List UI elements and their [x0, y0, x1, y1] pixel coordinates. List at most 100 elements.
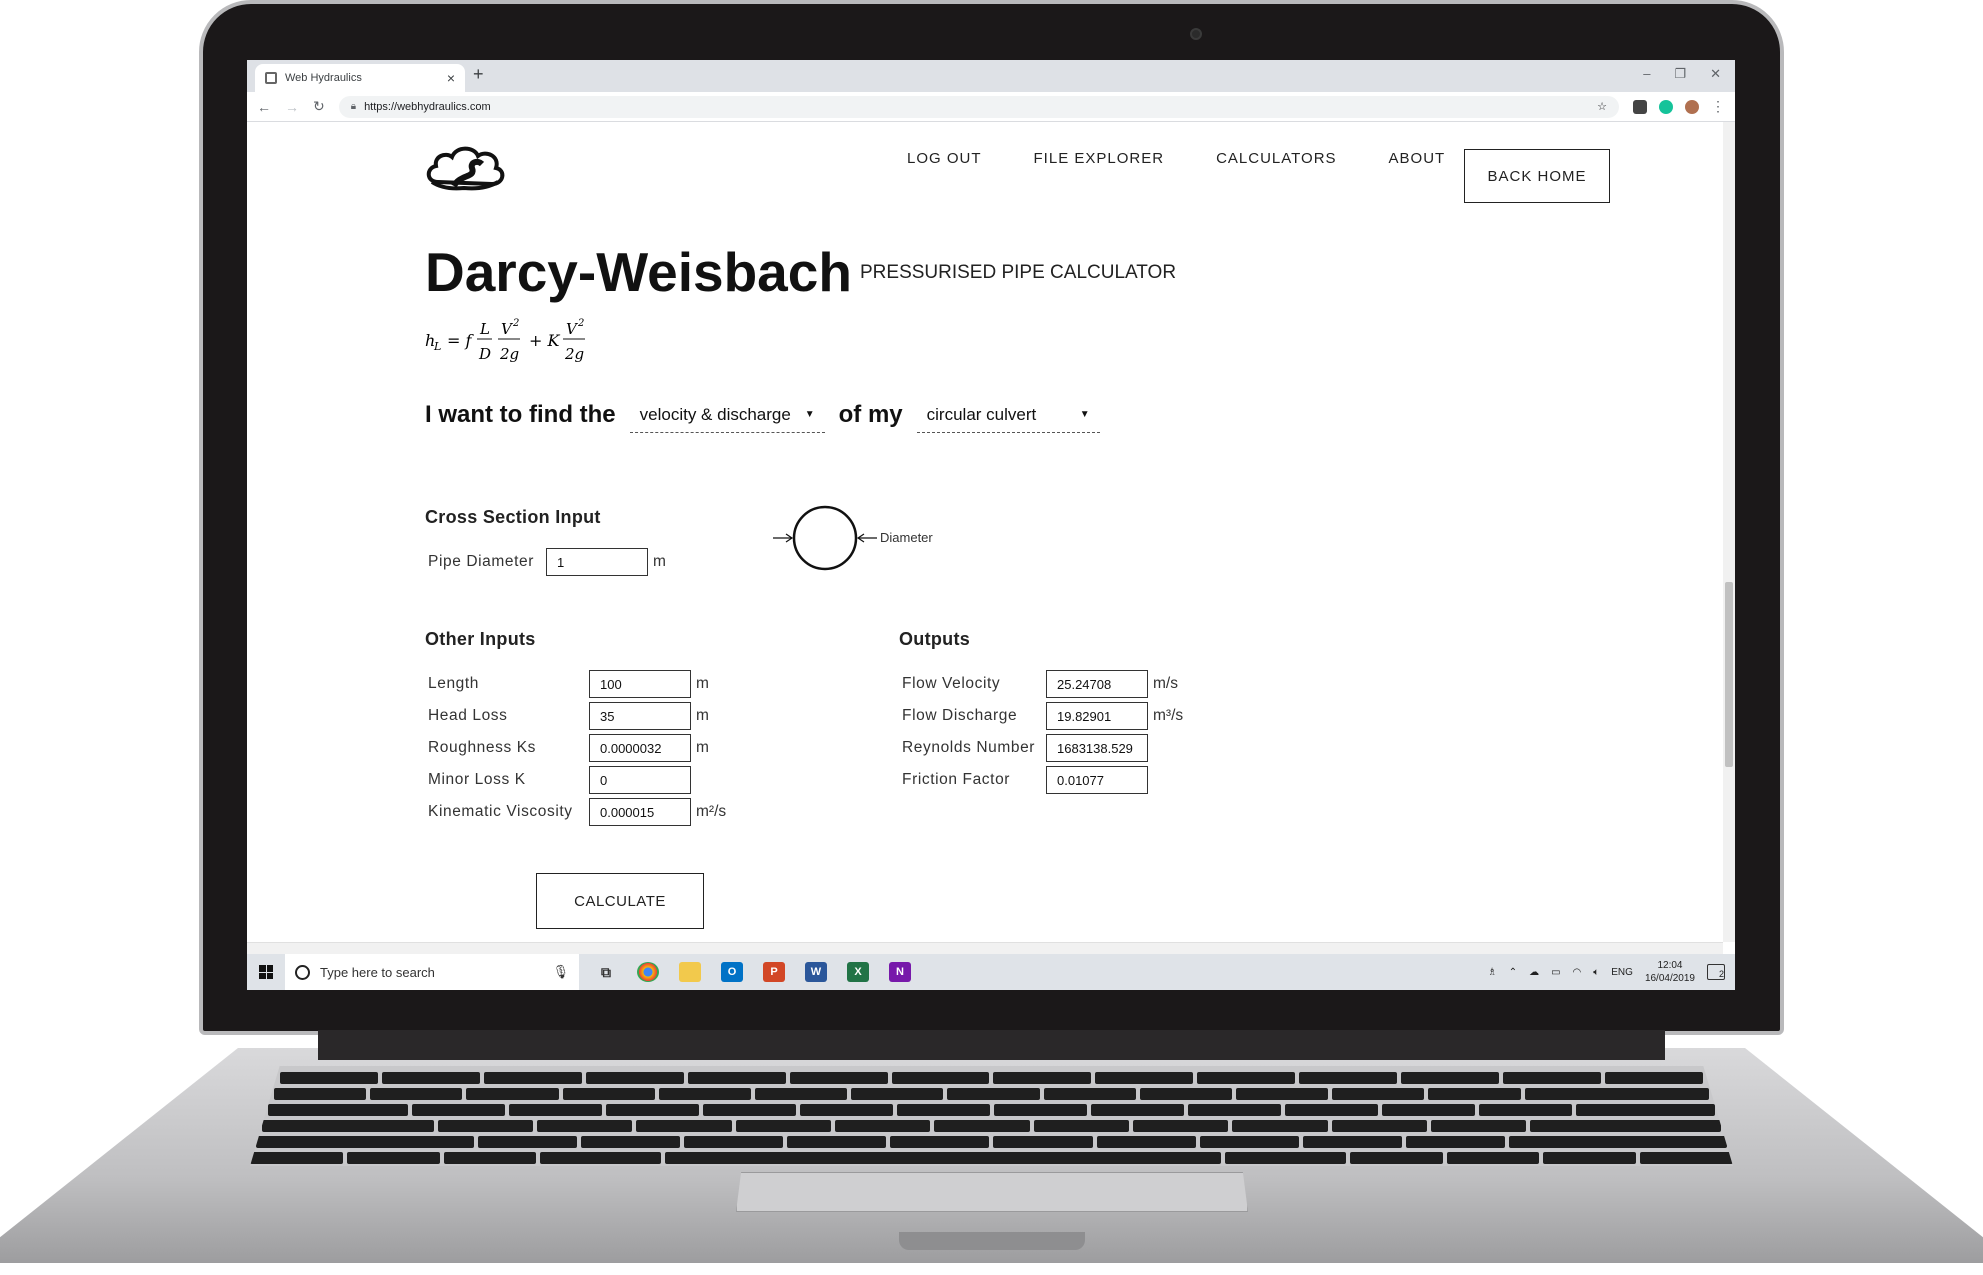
dropdown-caret-icon: ▼	[804, 409, 815, 420]
menu-kebab-icon[interactable]: ⋮	[1711, 98, 1725, 115]
clock[interactable]: 12:04 16/04/2019	[1645, 959, 1695, 985]
taskbar-search[interactable]: Type here to search 🎙︎	[285, 954, 579, 990]
grammarly-icon[interactable]	[1659, 99, 1673, 114]
pipe-cross-section-diagram: Diameter	[773, 505, 933, 571]
clock-time: 12:04	[1657, 960, 1683, 971]
cross-section-heading: Cross Section Input	[425, 507, 601, 527]
diameter-diagram-label: Diameter	[880, 530, 933, 545]
viscosity-label: Kinematic Viscosity	[428, 803, 573, 820]
chrome-icon[interactable]	[637, 962, 659, 982]
volume-icon[interactable]: 🔈︎	[1593, 967, 1599, 978]
people-icon[interactable]: ♗	[1488, 967, 1497, 978]
taskbar-search-placeholder: Type here to search	[320, 964, 435, 980]
outlook-icon[interactable]: O	[721, 962, 743, 982]
onenote-icon[interactable]: N	[889, 962, 911, 982]
cortana-icon	[295, 964, 310, 980]
chevron-up-icon[interactable]: ⌃	[1509, 967, 1517, 978]
forward-arrow-icon[interactable]: →	[285, 99, 299, 115]
laptop-notch	[899, 1232, 1085, 1250]
powerpoint-icon[interactable]: P	[763, 962, 785, 982]
trackpad	[736, 1172, 1248, 1212]
url-text: https://webhydraulics.com	[364, 100, 491, 113]
address-bar[interactable]: 🔒︎ https://webhydraulics.com ☆	[338, 95, 1619, 118]
shape-select[interactable]: circular culvert ▼	[916, 397, 1100, 433]
word-icon[interactable]: W	[805, 962, 827, 982]
file-explorer-icon[interactable]	[679, 962, 701, 982]
cloud-logo-icon[interactable]	[424, 142, 506, 192]
roughness-input[interactable]: 0.0000032	[589, 734, 691, 762]
nav-about[interactable]: ABOUT	[1389, 150, 1446, 167]
flow-velocity-output[interactable]: 25.24708	[1046, 670, 1148, 698]
task-view-icon[interactable]: ⧉	[595, 962, 617, 982]
browser-tab[interactable]: Web Hydraulics ×	[255, 64, 465, 92]
formula-frac1-den: D	[478, 345, 491, 363]
minimize-icon[interactable]: –	[1643, 66, 1650, 82]
extension-icon[interactable]	[1633, 99, 1647, 114]
battery-icon[interactable]: ▭	[1551, 967, 1560, 978]
lock-icon: 🔒︎	[350, 101, 357, 112]
vertical-scrollbar[interactable]	[1723, 122, 1735, 942]
find-prefix: I want to find the	[425, 401, 616, 428]
system-tray: ♗ ⌃ ☁ ▭ ◠ 🔈︎ ENG 12:04 16/04/2019 2	[1488, 954, 1725, 990]
reynolds-number-label: Reynolds Number	[902, 739, 1036, 756]
windows-taskbar: Type here to search 🎙︎ ⧉ O P W X N ♗ ⌃ ☁…	[247, 954, 1735, 990]
microphone-icon[interactable]: 🎙︎	[552, 964, 569, 980]
page-subtitle: PRESSURISED PIPE CALCULATOR	[860, 262, 1177, 283]
back-arrow-icon[interactable]: ←	[257, 99, 271, 115]
find-target-select[interactable]: velocity & discharge ▼	[629, 397, 825, 433]
nav-log-out[interactable]: LOG OUT	[907, 150, 982, 167]
start-button[interactable]	[247, 954, 285, 990]
nav-calculators[interactable]: CALCULATORS	[1216, 150, 1336, 167]
pinned-apps: ⧉ O P W X N	[595, 962, 911, 982]
laptop-mockup: Web Hydraulics × + – ❐ ✕ ← → ↻ 🔒︎ https:…	[0, 0, 1983, 1275]
pipe-diameter-label: Pipe Diameter	[428, 553, 535, 570]
minor-loss-label: Minor Loss K	[428, 771, 526, 788]
keyboard	[250, 1066, 1733, 1166]
reload-icon[interactable]: ↻	[313, 98, 325, 115]
find-target-value: velocity & discharge	[639, 404, 791, 424]
friction-factor-output[interactable]: 0.01077	[1046, 766, 1148, 794]
window-controls: – ❐ ✕	[1643, 66, 1721, 82]
back-home-button[interactable]: BACK HOME	[1464, 149, 1610, 203]
head-loss-input[interactable]: 35	[589, 702, 691, 730]
reynolds-number-output[interactable]: 1683138.529	[1046, 734, 1148, 762]
profile-avatar-icon[interactable]	[1685, 99, 1699, 114]
tab-title: Web Hydraulics	[285, 72, 362, 84]
language-indicator[interactable]: ENG	[1611, 967, 1633, 978]
onedrive-icon[interactable]: ☁	[1529, 967, 1539, 978]
star-icon[interactable]: ☆	[1597, 100, 1607, 113]
formula-eq: = f	[447, 331, 474, 350]
restore-icon[interactable]: ❐	[1674, 66, 1686, 82]
new-tab-button[interactable]: +	[473, 64, 484, 85]
find-row: I want to find the velocity & discharge …	[425, 397, 1100, 433]
screen: Web Hydraulics × + – ❐ ✕ ← → ↻ 🔒︎ https:…	[247, 60, 1735, 990]
find-middle-text: of my	[838, 401, 903, 428]
scroll-thumb[interactable]	[1725, 582, 1733, 767]
length-input[interactable]: 100	[589, 670, 691, 698]
wifi-icon[interactable]: ◠	[1573, 967, 1582, 978]
close-tab-icon[interactable]: ×	[447, 70, 455, 86]
roughness-unit: m	[696, 739, 709, 756]
notification-center-icon[interactable]: 2	[1707, 964, 1725, 980]
flow-velocity-label: Flow Velocity	[902, 675, 1001, 692]
horizontal-scrollbar[interactable]	[247, 942, 1723, 954]
calculate-button[interactable]: CALCULATE	[536, 873, 704, 929]
close-window-icon[interactable]: ✕	[1710, 66, 1721, 82]
excel-icon[interactable]: X	[847, 962, 869, 982]
roughness-label: Roughness Ks	[428, 739, 537, 756]
pipe-diameter-unit: m	[653, 553, 666, 570]
windows-logo-icon	[259, 965, 273, 979]
minor-loss-input[interactable]: 0	[589, 766, 691, 794]
formula-lhs-sub: L	[433, 340, 441, 353]
pipe-diameter-input[interactable]: 1	[546, 548, 648, 576]
viscosity-input[interactable]: 0.000015	[589, 798, 691, 826]
outputs-heading: Outputs	[899, 629, 971, 649]
site-favicon-icon	[265, 72, 277, 84]
nav-file-explorer[interactable]: FILE EXPLORER	[1034, 150, 1165, 167]
flow-discharge-output[interactable]: 19.82901	[1046, 702, 1148, 730]
darcy-weisbach-formula: h L = f L D V 2 2g + K V 2 2g	[425, 318, 585, 363]
extension-icons: ⋮	[1633, 98, 1725, 115]
laptop-hinge	[318, 1030, 1665, 1060]
length-label: Length	[428, 675, 480, 692]
clock-date: 16/04/2019	[1644, 973, 1695, 984]
